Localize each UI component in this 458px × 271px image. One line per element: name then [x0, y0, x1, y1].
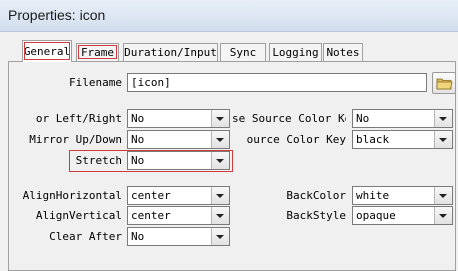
title-bar: Properties: icon	[0, 0, 458, 32]
dropdown-button[interactable]	[434, 110, 452, 127]
use-source-color-key-label: se Source Color Key	[232, 112, 346, 125]
folder-icon	[436, 78, 453, 90]
align-v-select[interactable]: center	[127, 206, 230, 225]
chevron-down-icon	[439, 214, 447, 218]
align-v-value: center	[131, 209, 171, 222]
align-h-value: center	[131, 189, 171, 202]
filename-label: Filename	[69, 76, 122, 89]
align-h-select[interactable]: center	[127, 186, 230, 205]
clear-after-select[interactable]: No	[127, 227, 230, 246]
tab-frame-label: Frame	[80, 46, 115, 59]
chevron-down-icon	[216, 159, 224, 163]
align-h-label: AlignHorizontal	[22, 189, 122, 202]
mirror-ud-select[interactable]: No	[127, 130, 230, 149]
tab-logging-label: Logging	[272, 46, 319, 59]
filename-field[interactable]: [icon]	[127, 73, 427, 92]
stretch-value: No	[131, 154, 145, 167]
tab-duration-input[interactable]: Duration/Input	[123, 43, 218, 61]
align-v-label: AlignVertical	[35, 209, 122, 222]
tab-notes[interactable]: Notes	[323, 43, 363, 61]
back-color-value: white	[356, 189, 390, 202]
tab-sync-label: Sync	[229, 46, 257, 59]
chevron-down-icon	[439, 194, 447, 198]
use-source-color-key-value: No	[356, 112, 370, 125]
back-style-label: BackStyle	[286, 209, 346, 222]
clear-after-value: No	[131, 230, 145, 243]
source-color-key-label: ource Color Key	[246, 133, 346, 146]
mirror-lr-select[interactable]: No	[127, 109, 230, 128]
back-style-select[interactable]: opaque	[352, 206, 453, 225]
tab-frame[interactable]: Frame	[76, 43, 119, 61]
tab-general[interactable]: General	[22, 40, 72, 62]
mirror-lr-value: No	[131, 112, 145, 125]
mirror-ud-value: No	[131, 133, 145, 146]
dropdown-button[interactable]	[211, 131, 229, 148]
source-color-key-select[interactable]: black	[352, 130, 453, 149]
stretch-select[interactable]: No	[127, 151, 230, 170]
tab-notes-label: Notes	[326, 46, 360, 59]
dropdown-button[interactable]	[434, 207, 452, 224]
window-title: Properties: icon	[8, 7, 106, 23]
mirror-ud-label: Mirror Up/Down	[29, 133, 122, 146]
mirror-lr-label: or Left/Right	[35, 112, 122, 125]
use-source-color-key-select[interactable]: No	[352, 109, 453, 128]
dropdown-button[interactable]	[434, 187, 452, 204]
chevron-down-icon	[216, 138, 224, 142]
chevron-down-icon	[216, 214, 224, 218]
tab-duration-input-label: Duration/Input	[124, 46, 217, 59]
dropdown-button[interactable]	[211, 187, 229, 204]
chevron-down-icon	[216, 117, 224, 121]
tab-general-label: General	[23, 45, 71, 58]
dropdown-button[interactable]	[211, 228, 229, 245]
dropdown-button[interactable]	[211, 110, 229, 127]
back-color-label: BackColor	[286, 189, 346, 202]
chevron-down-icon	[439, 117, 447, 121]
dropdown-button[interactable]	[211, 207, 229, 224]
source-color-key-value: black	[356, 133, 390, 146]
chevron-down-icon	[216, 235, 224, 239]
back-color-select[interactable]: white	[352, 186, 453, 205]
stretch-label: Stretch	[75, 154, 122, 167]
chevron-down-icon	[216, 194, 224, 198]
dropdown-button[interactable]	[211, 152, 229, 169]
tab-sync[interactable]: Sync	[220, 43, 266, 61]
dropdown-button[interactable]	[434, 131, 452, 148]
back-style-value: opaque	[356, 209, 396, 222]
browse-button[interactable]	[432, 72, 456, 94]
tab-logging[interactable]: Logging	[269, 43, 322, 61]
clear-after-label: Clear After	[49, 230, 122, 243]
chevron-down-icon	[439, 138, 447, 142]
